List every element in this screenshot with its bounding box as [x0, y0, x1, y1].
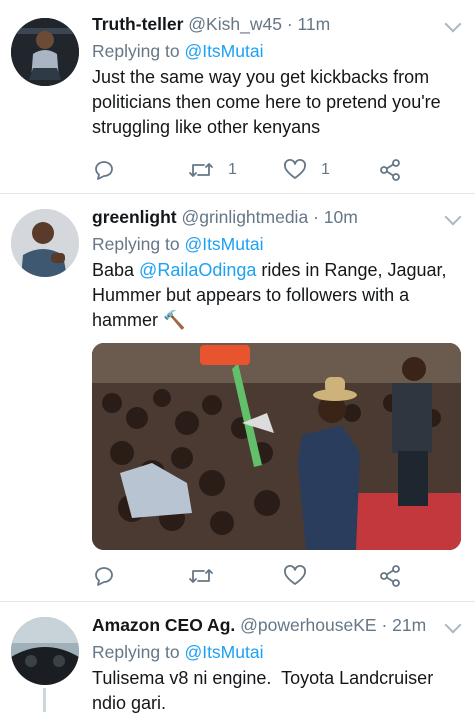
- replying-to-mention[interactable]: @ItsMutai: [184, 41, 263, 61]
- reply-icon: [95, 161, 113, 180]
- heart-icon: [284, 159, 306, 179]
- replying-to-label: Replying to: [92, 41, 180, 61]
- replying-to-mention[interactable]: @ItsMutai: [184, 642, 263, 662]
- tweet-text: Tulisema v8 ni engine. Toyota Landcruise…: [92, 668, 439, 713]
- tweet-header: Amazon CEO Ag. @powerhouseKE · 21m: [92, 614, 463, 636]
- share-icon: [380, 159, 400, 181]
- hammer-emoji: 🔨: [163, 310, 186, 330]
- reply-button[interactable]: [92, 563, 116, 589]
- tweet-text-start: Baba: [92, 260, 140, 280]
- retweet-icon: [189, 569, 213, 583]
- like-button[interactable]: 1: [283, 157, 330, 183]
- display-name[interactable]: greenlight: [92, 207, 177, 227]
- user-handle[interactable]: @powerhouseKE: [240, 615, 376, 635]
- timestamp[interactable]: · 10m: [313, 207, 358, 227]
- heart-icon: [284, 565, 306, 585]
- retweet-icon: [189, 163, 213, 177]
- replying-to: Replying to @ItsMutai: [92, 641, 463, 663]
- thread-line: [43, 688, 46, 712]
- replying-to: Replying to @ItsMutai: [92, 40, 463, 62]
- avatar[interactable]: [11, 18, 79, 86]
- replying-to-label: Replying to: [92, 642, 180, 662]
- tweet-text: Just the same way you get kickbacks from…: [92, 67, 441, 137]
- tweet-1[interactable]: Truth-teller @Kish_w45 · 11m Replying to…: [0, 0, 475, 193]
- display-name[interactable]: Truth-teller: [92, 14, 183, 34]
- share-button[interactable]: [378, 157, 402, 183]
- replying-to-mention[interactable]: @ItsMutai: [184, 234, 263, 254]
- reply-button[interactable]: [92, 157, 116, 183]
- share-button[interactable]: [378, 563, 402, 589]
- user-handle[interactable]: @grinlightmedia: [181, 207, 308, 227]
- tweet-header: greenlight @grinlightmedia · 10m: [92, 206, 463, 228]
- share-icon: [380, 565, 400, 587]
- like-count: 1: [321, 161, 330, 178]
- avatar[interactable]: [11, 617, 79, 685]
- replying-to-label: Replying to: [92, 234, 180, 254]
- tweet-actions: 1 1: [92, 157, 475, 183]
- replying-to: Replying to @ItsMutai: [92, 233, 463, 255]
- tweet-photo[interactable]: [92, 343, 461, 550]
- tweet-header: Truth-teller @Kish_w45 · 11m: [92, 13, 463, 35]
- timestamp[interactable]: · 21m: [381, 615, 426, 635]
- timestamp[interactable]: · 11m: [287, 14, 330, 34]
- display-name[interactable]: Amazon CEO Ag.: [92, 615, 235, 635]
- user-handle[interactable]: @Kish_w45: [188, 14, 282, 34]
- tweet-actions: [92, 563, 475, 589]
- tweet-2[interactable]: greenlight @grinlightmedia · 10m Replyin…: [0, 194, 475, 600]
- tweet-3[interactable]: Amazon CEO Ag. @powerhouseKE · 21m Reply…: [0, 602, 475, 713]
- retweet-button[interactable]: [188, 563, 228, 589]
- mention-link[interactable]: @RailaOdinga: [139, 260, 256, 280]
- reply-icon: [95, 567, 113, 586]
- retweet-button[interactable]: 1: [188, 157, 237, 183]
- like-button[interactable]: [283, 563, 321, 589]
- avatar[interactable]: [11, 209, 79, 277]
- tweet-text: Baba @RailaOdinga rides in Range, Jaguar…: [92, 258, 463, 333]
- retweet-count: 1: [228, 161, 237, 178]
